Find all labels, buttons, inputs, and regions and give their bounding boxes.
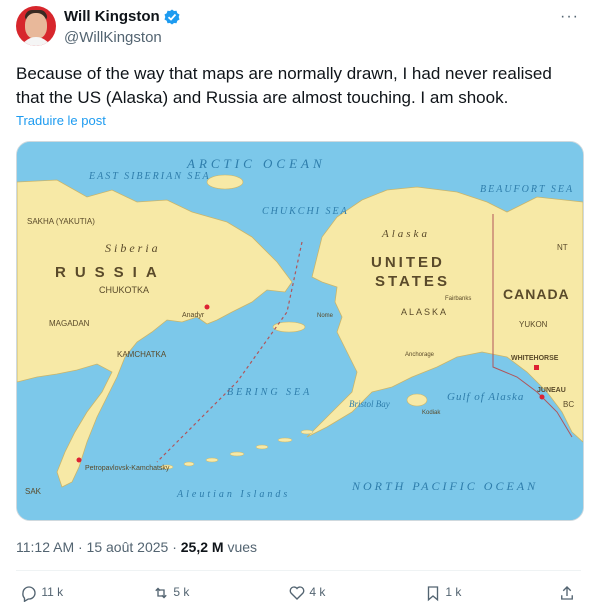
avatar[interactable]	[16, 6, 56, 46]
reply-count: 11 k	[41, 585, 64, 600]
map-label-sakha: SAKHA (YAKUTIA)	[27, 217, 95, 226]
translate-link[interactable]: Traduire le post	[16, 113, 106, 128]
like-button[interactable]: 4 k	[288, 584, 325, 602]
heart-icon	[289, 586, 305, 600]
map-label-alaska-region: Alaska	[381, 228, 430, 240]
st-lawrence-island	[272, 321, 306, 333]
repost-icon	[155, 587, 167, 599]
anadyr-dot	[204, 304, 210, 310]
wrangel-island	[206, 174, 244, 190]
more-options-icon[interactable]: ···	[560, 8, 579, 26]
author-name[interactable]: Will Kingston	[64, 8, 160, 25]
bookmark-icon	[427, 586, 439, 602]
bookmark-button[interactable]: 1 k	[424, 584, 461, 602]
map-label-beaufort: BEAUFORT SEA	[480, 184, 574, 195]
author-handle[interactable]: @WillKingston	[64, 29, 162, 46]
map-label-north-pacific: NORTH PACIFIC OCEAN	[351, 479, 538, 493]
reply-icon	[22, 586, 36, 603]
view-count: 25,2 M	[180, 539, 224, 555]
map-label-aleutian: Aleutian Islands	[176, 489, 290, 500]
reply-button[interactable]: 11 k	[20, 584, 64, 603]
petropavlovsk-dot	[76, 457, 82, 463]
map-label-bering: BERING SEA	[227, 387, 312, 398]
repost-count: 5 k	[173, 585, 190, 600]
whitehorse-dot	[534, 365, 539, 370]
map-label-anchorage: Anchorage	[405, 352, 435, 358]
map-label-sak: SAK	[25, 487, 42, 496]
bookmark-count: 1 k	[445, 585, 462, 600]
tweet-meta: 11:12 AM · 15 août 2025 · 25,2 M vues	[16, 539, 257, 555]
map-image[interactable]: ARCTIC OCEAN EAST SIBERIAN SEA CHUKCHI S…	[16, 141, 584, 521]
juneau-dot	[539, 394, 545, 400]
map-label-juneau: JUNEAU	[537, 387, 566, 394]
share-button[interactable]	[558, 584, 576, 602]
map-label-nome: Nome	[317, 313, 334, 319]
map-label-east-siberian: EAST SIBERIAN SEA	[88, 171, 211, 182]
map-label-petropavlovsk: Petropavlovsk-Kamchatsky	[85, 465, 170, 472]
repost-button[interactable]: 5 k	[152, 584, 189, 602]
tweet-text: Because of the way that maps are normall…	[16, 64, 552, 107]
view-count-label: vues	[223, 539, 258, 555]
map-label-kodiak: Kodiak	[422, 410, 441, 416]
like-count: 4 k	[309, 585, 326, 600]
map-label-bc: BC	[563, 400, 574, 409]
map-label-arctic: ARCTIC OCEAN	[186, 156, 326, 171]
map-label-whitehorse: WHITEHORSE	[511, 355, 559, 362]
map-label-magadan: MAGADAN	[49, 319, 90, 328]
kodiak-island	[406, 393, 428, 407]
avatar-shirt	[20, 37, 52, 46]
map-label-states: STATES	[375, 273, 450, 290]
map-label-united: UNITED	[371, 254, 445, 271]
map-label-anadyr: Anadyr	[182, 312, 205, 319]
map-label-canada: CANADA	[503, 286, 570, 302]
map-label-kamchatka: KAMCHATKA	[117, 350, 167, 359]
map-label-chukotka: CHUKOTKA	[99, 285, 149, 295]
map-label-chukchi: CHUKCHI SEA	[262, 206, 349, 217]
avatar-face	[25, 13, 47, 39]
map-label-siberia: Siberia	[105, 241, 161, 255]
verified-badge-icon	[164, 9, 180, 25]
map-label-gulf-alaska: Gulf of Alaska	[447, 391, 524, 403]
share-icon	[561, 586, 573, 600]
map-label-yukon: YUKON	[519, 320, 548, 329]
tweet-timestamp[interactable]: 11:12 AM · 15 août 2025 ·	[16, 539, 181, 555]
map-label-alaska: ALASKA	[401, 307, 448, 317]
action-bar: 11 k 5 k 4 k 1 k	[16, 584, 581, 604]
divider	[16, 570, 581, 571]
map-label-russia: RUSSIA	[55, 264, 166, 281]
map-label-nt: NT	[557, 243, 568, 252]
map-label-fairbanks: Fairbanks	[445, 296, 471, 302]
map-label-bristol: Bristol Bay	[349, 399, 390, 409]
